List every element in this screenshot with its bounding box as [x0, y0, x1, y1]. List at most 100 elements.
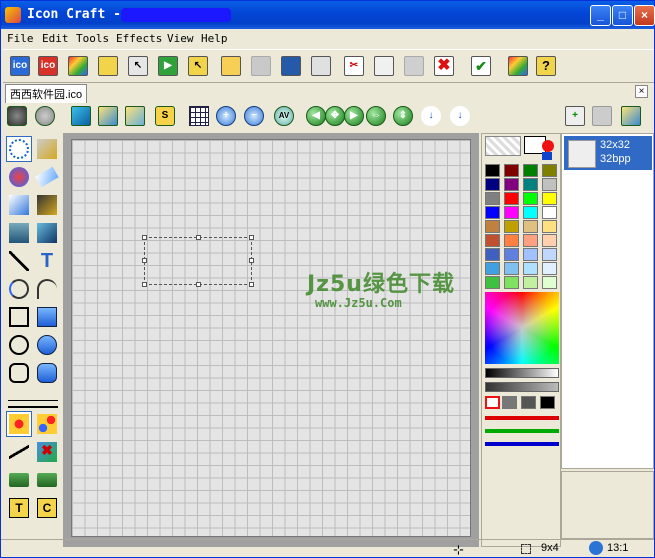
tab-close-icon[interactable]: ×: [635, 85, 648, 98]
arrow-icon[interactable]: ↖: [125, 53, 151, 79]
flip-h-icon[interactable]: ⇔: [364, 104, 388, 128]
selection-handle[interactable]: [196, 282, 201, 287]
stamp-icon[interactable]: [6, 467, 32, 493]
roundrect-fill-icon[interactable]: [34, 360, 60, 386]
play-icon[interactable]: ▶: [155, 53, 181, 79]
swap-color-icon[interactable]: [542, 152, 552, 160]
color-swatch[interactable]: [523, 206, 538, 219]
check-icon[interactable]: ✔: [468, 53, 494, 79]
pencil-icon[interactable]: [6, 192, 32, 218]
transparent-color-icon[interactable]: [485, 136, 521, 156]
arrow-down-icon[interactable]: ↓: [419, 104, 443, 128]
open-icon[interactable]: [218, 53, 244, 79]
pixel-canvas[interactable]: Jz5u绿色下载 www.Jz5u.Com: [71, 139, 471, 537]
selection-handle[interactable]: [142, 235, 147, 240]
close-button[interactable]: ×: [634, 5, 655, 26]
menu-edit[interactable]: Edit: [42, 32, 69, 45]
grid-colors-icon[interactable]: [65, 53, 91, 79]
dot-fill-icon[interactable]: [6, 411, 32, 437]
color-swatch[interactable]: [485, 206, 500, 219]
arrow-down2-icon[interactable]: ↓: [448, 104, 472, 128]
color-swatch[interactable]: [542, 248, 557, 261]
zoom-out-icon[interactable]: −: [242, 104, 266, 128]
gray-gradient-2[interactable]: [485, 382, 559, 392]
color-swatch[interactable]: [485, 248, 500, 261]
cube-icon[interactable]: [69, 104, 93, 128]
marquee-select-icon[interactable]: [6, 136, 32, 162]
shapes-icon[interactable]: [5, 104, 29, 128]
save-icon[interactable]: [278, 53, 304, 79]
menu-view[interactable]: View: [167, 32, 194, 45]
dots-icon[interactable]: [34, 411, 60, 437]
menu-tools[interactable]: Tools: [76, 32, 109, 45]
text-icon[interactable]: T: [34, 248, 60, 274]
color-swatch[interactable]: [485, 164, 500, 177]
selection-handle[interactable]: [142, 258, 147, 263]
eyedropper-icon[interactable]: [34, 136, 60, 162]
selection-handle[interactable]: [249, 235, 254, 240]
color-swatch[interactable]: [542, 276, 557, 289]
color-picker-icon[interactable]: [542, 140, 554, 152]
color-swatch[interactable]: [542, 234, 557, 247]
color-swatch[interactable]: [542, 220, 557, 233]
color-swatch[interactable]: [485, 276, 500, 289]
format-item[interactable]: 32x32 32bpp: [564, 136, 652, 170]
palette-icon[interactable]: [505, 53, 531, 79]
menu-effects[interactable]: Effects: [116, 32, 162, 45]
color-swatch[interactable]: [485, 220, 500, 233]
eraser-icon[interactable]: [34, 164, 60, 190]
rect-fill-icon[interactable]: [34, 304, 60, 330]
color-swatch[interactable]: [542, 206, 557, 219]
color-swatch[interactable]: [523, 220, 538, 233]
ico-format-icon[interactable]: ico: [7, 53, 33, 79]
diagonal-line-icon[interactable]: [6, 439, 32, 465]
color-swatch[interactable]: [502, 396, 517, 409]
import-icon[interactable]: [95, 53, 121, 79]
gray-gradient[interactable]: [485, 368, 559, 378]
color-swatch[interactable]: [485, 234, 500, 247]
ellipse-fill-icon[interactable]: [34, 332, 60, 358]
lock-c-icon[interactable]: C: [34, 495, 60, 521]
color-swatch[interactable]: [523, 178, 538, 191]
s-shape-icon[interactable]: S: [153, 104, 177, 128]
color-swatch[interactable]: [542, 164, 557, 177]
av-icon[interactable]: AV: [272, 104, 296, 128]
save-disabled-icon[interactable]: [248, 53, 274, 79]
roundrect-outline-icon[interactable]: [6, 360, 32, 386]
color-swatch[interactable]: [504, 276, 519, 289]
arc-icon[interactable]: [6, 276, 32, 302]
cut-icon[interactable]: ✂: [341, 53, 367, 79]
color-swatch[interactable]: [542, 178, 557, 191]
copy-icon[interactable]: [371, 53, 397, 79]
fill-bucket-icon[interactable]: [6, 164, 32, 190]
cube-outline-icon[interactable]: [123, 104, 147, 128]
color-swatch[interactable]: [523, 262, 538, 275]
delete-icon[interactable]: ✖: [431, 53, 457, 79]
green-slider[interactable]: [485, 429, 559, 433]
color-swatch[interactable]: [485, 262, 500, 275]
color-swatch[interactable]: [504, 178, 519, 191]
selection-marquee[interactable]: [142, 235, 254, 287]
zoom-in-icon[interactable]: +: [214, 104, 238, 128]
layers-icon[interactable]: [619, 104, 643, 128]
menu-file[interactable]: File: [7, 32, 34, 45]
rect-outline-icon[interactable]: [6, 304, 32, 330]
color-swatch[interactable]: [523, 234, 538, 247]
color-swatch[interactable]: [504, 206, 519, 219]
color-swatch[interactable]: [540, 396, 555, 409]
brush-icon[interactable]: [34, 192, 60, 218]
color-swatch[interactable]: [542, 262, 557, 275]
color-swatch[interactable]: [523, 192, 538, 205]
color-swatch[interactable]: [504, 234, 519, 247]
spray-icon[interactable]: [6, 220, 32, 246]
menu-help[interactable]: Help: [201, 32, 228, 45]
arrow-right-icon[interactable]: ▶: [342, 104, 366, 128]
selection-handle[interactable]: [142, 282, 147, 287]
curve-icon[interactable]: [34, 276, 60, 302]
color-swatch[interactable]: [504, 262, 519, 275]
blue-slider[interactable]: [485, 442, 559, 446]
export-icon[interactable]: ↖: [185, 53, 211, 79]
ellipse-outline-icon[interactable]: [6, 332, 32, 358]
cube-yellow-icon[interactable]: [96, 104, 120, 128]
minimize-button[interactable]: _: [590, 5, 611, 26]
